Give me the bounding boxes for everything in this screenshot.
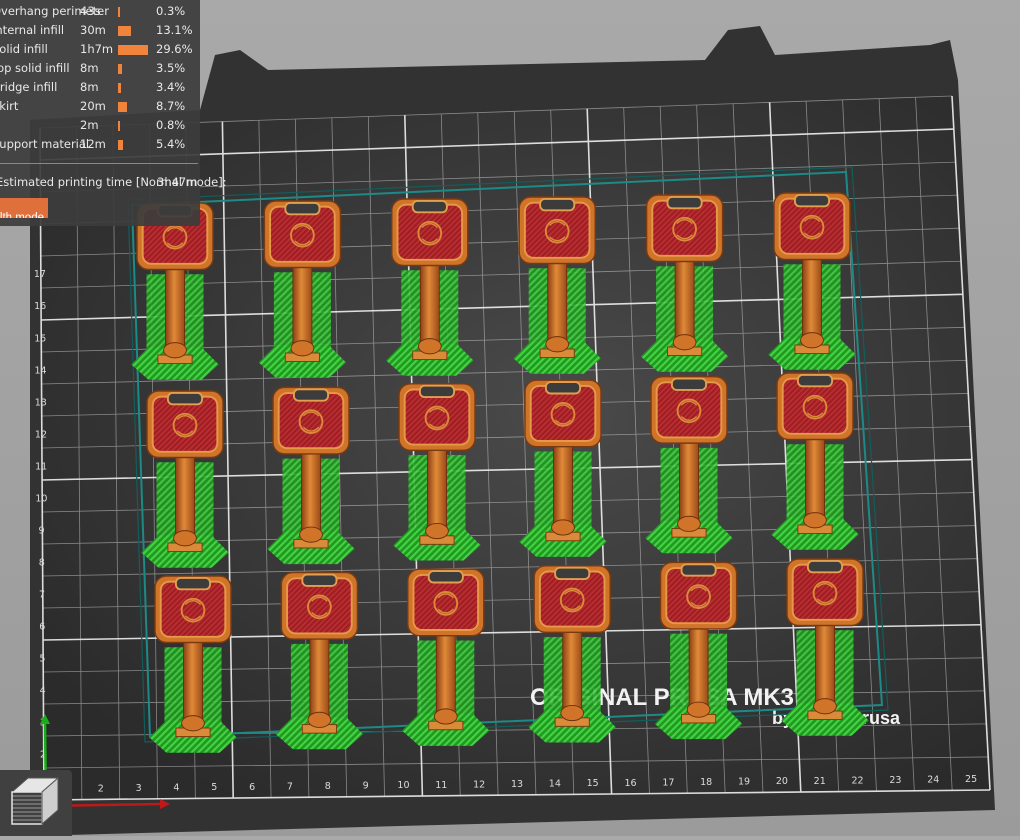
- legend-bar: [118, 64, 122, 74]
- legend-percent: 29.6%: [156, 42, 193, 56]
- legend-percent: 0.3%: [156, 4, 186, 18]
- x-tick-label: 12: [473, 779, 485, 790]
- legend-bar: [118, 121, 120, 131]
- legend-row: 2m 0.8%: [0, 116, 200, 135]
- legend-percent: 5.4%: [156, 137, 186, 151]
- y-tick-label: 10: [35, 493, 47, 504]
- legend-feature: Bridge infill: [0, 80, 58, 94]
- y-tick-label: 5: [39, 653, 45, 664]
- x-tick-label: 4: [173, 783, 179, 794]
- legend-bar: [118, 26, 132, 36]
- x-tick-label: 23: [889, 775, 901, 786]
- x-tick-label: 14: [549, 779, 561, 790]
- y-tick-label: 9: [39, 525, 45, 536]
- legend-row: Overhang perimeter 43s 0.3%: [0, 2, 200, 21]
- legend-separator: [0, 163, 198, 164]
- layers-icon: [10, 776, 60, 826]
- y-tick-label: 7: [39, 589, 45, 600]
- x-tick-label: 7: [287, 781, 293, 792]
- legend-feature: Support material: [0, 137, 90, 151]
- legend-percent: 3.4%: [156, 80, 186, 94]
- legend-percent: 3.5%: [156, 61, 186, 75]
- x-tick-label: 15: [587, 778, 599, 789]
- x-tick-label: 16: [624, 778, 636, 789]
- legend-time: 8m: [80, 61, 99, 75]
- legend-percent: 8.7%: [156, 99, 186, 113]
- estimated-time-value: 3h47m: [157, 175, 198, 189]
- y-tick-label: 12: [35, 429, 47, 440]
- legend-bar: [118, 83, 122, 93]
- legend-row: Skirt 20m 8.7%: [0, 97, 200, 116]
- x-tick-label: 19: [738, 777, 750, 788]
- y-tick-label: 4: [40, 685, 46, 696]
- legend-row: Internal infill 30m 13.1%: [0, 21, 200, 40]
- legend-row: Solid infill 1h7m 29.6%: [0, 40, 200, 59]
- x-tick-label: 17: [662, 777, 674, 788]
- legend-bar: [118, 7, 120, 17]
- legend-percent: 0.8%: [156, 118, 186, 132]
- x-tick-label: 11: [435, 780, 447, 791]
- legend-row: Support material 12m 5.4%: [0, 135, 200, 154]
- x-tick-label: 8: [325, 781, 331, 792]
- y-tick-label: 15: [34, 333, 46, 344]
- x-tick-label: 18: [700, 777, 712, 788]
- x-tick-label: 3: [136, 783, 142, 794]
- x-tick-label: 2: [98, 783, 104, 794]
- legend-feature: Solid infill: [0, 42, 48, 56]
- y-tick-label: 8: [39, 557, 45, 568]
- legend-feature: Internal infill: [0, 23, 65, 37]
- x-tick-label: 9: [363, 781, 369, 792]
- legend-time: 43s: [80, 4, 101, 18]
- x-tick-label: 6: [249, 782, 255, 793]
- x-tick-label: 21: [814, 776, 826, 787]
- legend-bar: [118, 45, 148, 55]
- legend-feature: Skirt: [0, 99, 19, 113]
- y-tick-label: 6: [39, 621, 45, 632]
- y-tick-label: 17: [34, 269, 46, 280]
- legend-bar: [118, 140, 124, 150]
- y-tick-label: 16: [34, 301, 46, 312]
- x-tick-label: 20: [776, 776, 788, 787]
- legend-time: 12m: [80, 137, 106, 151]
- stealth-mode-button[interactable]: Show stealth mode: [0, 198, 48, 218]
- x-tick-label: 22: [852, 775, 864, 786]
- legend-row: Top solid infill 8m 3.5%: [0, 59, 200, 78]
- x-tick-label: 13: [511, 779, 523, 790]
- legend-bar: [118, 102, 127, 112]
- x-tick-label: 10: [397, 780, 409, 791]
- legend-row: Bridge infill 8m 3.4%: [0, 78, 200, 97]
- legend-time: 8m: [80, 80, 99, 94]
- stealth-mode-label: Show stealth mode: [0, 212, 44, 218]
- layers-button[interactable]: [0, 770, 72, 836]
- x-tick-label: 24: [927, 775, 939, 786]
- legend-time: 20m: [80, 99, 106, 113]
- legend-time: 30m: [80, 23, 106, 37]
- legend-feature: Top solid infill: [0, 61, 70, 75]
- print-time-legend: Overhang perimeter43s0.3%Internal infill…: [0, 0, 227, 226]
- legend-percent: 13.1%: [156, 23, 193, 37]
- x-tick-label: 5: [211, 782, 217, 793]
- legend-time: 2m: [80, 118, 99, 132]
- y-tick-label: 11: [35, 461, 47, 472]
- y-tick-label: 14: [34, 365, 46, 376]
- y-tick-label: 13: [35, 397, 47, 408]
- x-tick-label: 25: [965, 774, 977, 785]
- legend-time: 1h7m: [80, 42, 114, 56]
